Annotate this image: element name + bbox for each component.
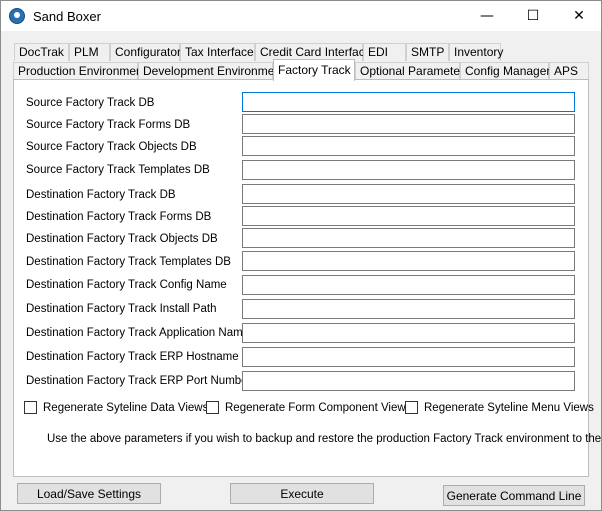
dest-ft-forms-db-label: Destination Factory Track Forms DB bbox=[26, 211, 212, 223]
dest-ft-app-name-label: Destination Factory Track Application Na… bbox=[26, 327, 250, 339]
checkbox-label: Regenerate Syteline Menu Views bbox=[424, 401, 594, 414]
dest-ft-config-name-label: Destination Factory Track Config Name bbox=[26, 279, 227, 291]
checkbox-label: Regenerate Form Component Views bbox=[225, 401, 412, 414]
source-ft-templates-db-input[interactable] bbox=[242, 160, 575, 180]
minimize-button[interactable]: — bbox=[464, 1, 510, 31]
load-save-settings-button[interactable]: Load/Save Settings bbox=[17, 483, 161, 504]
tab-production-environment[interactable]: Production Environment bbox=[13, 62, 146, 80]
window-title: Sand Boxer bbox=[33, 9, 101, 24]
app-logo-icon bbox=[9, 8, 25, 24]
dest-ft-templates-db-input[interactable] bbox=[242, 251, 575, 271]
dest-ft-erp-port-label: Destination Factory Track ERP Port Numbe… bbox=[26, 375, 252, 387]
dest-ft-install-path-input[interactable] bbox=[242, 299, 575, 319]
execute-button[interactable]: Execute bbox=[230, 483, 374, 504]
tab-factory-track[interactable]: Factory Track bbox=[273, 59, 355, 81]
checkbox-box[interactable] bbox=[405, 401, 418, 414]
dest-ft-db-input[interactable] bbox=[242, 184, 575, 204]
checkbox-box[interactable] bbox=[24, 401, 37, 414]
regen-syteline-menu-views-checkbox[interactable]: Regenerate Syteline Menu Views bbox=[405, 401, 594, 414]
close-button[interactable]: ✕ bbox=[556, 1, 602, 31]
dest-ft-db-label: Destination Factory Track DB bbox=[26, 189, 176, 201]
dest-ft-app-name-input[interactable] bbox=[242, 323, 575, 343]
dest-ft-erp-port-input[interactable] bbox=[242, 371, 575, 391]
tab-smtp[interactable]: SMTP bbox=[406, 43, 449, 61]
tab-tax-interface[interactable]: Tax Interface bbox=[180, 43, 255, 61]
checkbox-box[interactable] bbox=[206, 401, 219, 414]
dest-ft-install-path-label: Destination Factory Track Install Path bbox=[26, 303, 217, 315]
regen-form-component-views-checkbox[interactable]: Regenerate Form Component Views bbox=[206, 401, 411, 414]
source-ft-templates-db-label: Source Factory Track Templates DB bbox=[26, 164, 210, 176]
dest-ft-erp-hostname-label: Destination Factory Track ERP Hostname bbox=[26, 351, 239, 363]
source-ft-db-input[interactable] bbox=[242, 92, 575, 112]
regen-syteline-data-views-checkbox[interactable]: Regenerate Syteline Data Views bbox=[24, 401, 208, 414]
source-ft-objects-db-label: Source Factory Track Objects DB bbox=[26, 141, 197, 153]
checkbox-label: Regenerate Syteline Data Views bbox=[43, 401, 209, 414]
dest-ft-erp-hostname-input[interactable] bbox=[242, 347, 575, 367]
tab-doctrak[interactable]: DocTrak bbox=[14, 43, 69, 61]
generate-command-line-button[interactable]: Generate Command Line bbox=[443, 485, 585, 506]
dest-ft-objects-db-label: Destination Factory Track Objects DB bbox=[26, 233, 218, 245]
tab-optional-parameters[interactable]: Optional Parameters bbox=[355, 62, 470, 80]
tab-plm[interactable]: PLM bbox=[69, 43, 110, 61]
title-bar[interactable]: Sand Boxer — ☐ ✕ bbox=[1, 1, 601, 31]
tab-config-manager[interactable]: Config Manager bbox=[460, 62, 550, 80]
source-ft-forms-db-label: Source Factory Track Forms DB bbox=[26, 119, 191, 131]
dest-ft-forms-db-input[interactable] bbox=[242, 206, 575, 226]
dest-ft-config-name-input[interactable] bbox=[242, 275, 575, 295]
source-ft-objects-db-input[interactable] bbox=[242, 136, 575, 156]
source-ft-forms-db-input[interactable] bbox=[242, 114, 575, 134]
maximize-button[interactable]: ☐ bbox=[510, 1, 556, 31]
help-note: Use the above parameters if you wish to … bbox=[47, 433, 602, 445]
tab-aps[interactable]: APS bbox=[549, 62, 589, 80]
tab-inventory[interactable]: Inventory bbox=[449, 43, 503, 61]
tab-configurator[interactable]: Configurator bbox=[110, 43, 181, 61]
dest-ft-objects-db-input[interactable] bbox=[242, 228, 575, 248]
app-window: Sand Boxer — ☐ ✕ DocTrak PLM Configurato… bbox=[0, 0, 602, 511]
tab-development-environment[interactable]: Development Environment bbox=[138, 62, 284, 80]
dest-ft-templates-db-label: Destination Factory Track Templates DB bbox=[26, 256, 231, 268]
tab-edi[interactable]: EDI bbox=[363, 43, 406, 61]
source-ft-db-label: Source Factory Track DB bbox=[26, 97, 155, 109]
